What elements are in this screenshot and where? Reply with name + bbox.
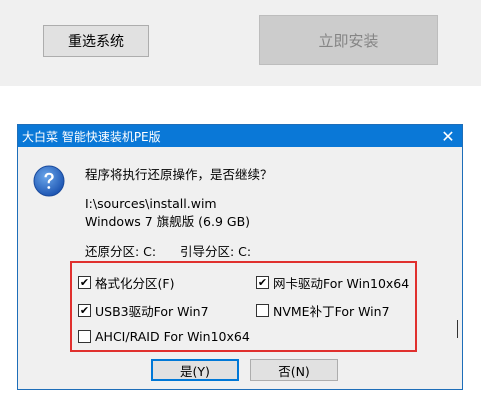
option-label: 网卡驱动For Win10x64 xyxy=(273,276,410,291)
option-ahci-raid[interactable]: AHCI/RAID For Win10x64 xyxy=(78,329,250,344)
option-label: NVME补丁For Win7 xyxy=(273,304,390,319)
no-button[interactable]: 否(N) xyxy=(250,359,338,381)
checkbox[interactable]: ✔ xyxy=(78,304,91,317)
option-label: AHCI/RAID For Win10x64 xyxy=(95,329,250,344)
option-usb3-driver[interactable]: ✔ USB3驱动For Win7 xyxy=(78,301,209,320)
yes-button[interactable]: 是(Y) xyxy=(151,359,239,381)
question-icon xyxy=(33,165,65,197)
option-label: 格式化分区(F) xyxy=(95,276,175,291)
dialog-titlebar: 大白菜 智能快速装机PE版 ✕ xyxy=(18,125,462,147)
installer-panel: 重选系统 立即安装 xyxy=(0,0,481,86)
dialog-title: 大白菜 智能快速装机PE版 xyxy=(22,129,161,144)
option-nic-driver[interactable]: ✔ 网卡驱动For Win10x64 xyxy=(256,273,409,292)
checkbox[interactable]: ✔ xyxy=(78,276,91,289)
text-cursor xyxy=(457,320,459,338)
option-nvme-patch[interactable]: NVME补丁For Win7 xyxy=(256,301,390,320)
reselect-system-button[interactable]: 重选系统 xyxy=(43,25,149,57)
option-format-partition[interactable]: ✔ 格式化分区(F) xyxy=(78,273,174,292)
options-group: ✔ 格式化分区(F) ✔ 网卡驱动For Win10x64 ✔ USB3驱动Fo… xyxy=(70,261,417,352)
boot-partition: 引导分区: C: xyxy=(180,244,252,259)
os-info: Windows 7 旗舰版 (6.9 GB) xyxy=(85,214,251,229)
install-now-button[interactable]: 立即安装 xyxy=(259,15,438,65)
checkbox[interactable] xyxy=(78,330,91,343)
checkbox[interactable] xyxy=(256,304,269,317)
confirm-message: 程序将执行还原操作，是否继续？ xyxy=(85,167,273,182)
close-icon[interactable]: ✕ xyxy=(434,125,462,147)
confirm-dialog: 大白菜 智能快速装机PE版 ✕ 程序将执行还原操作，是否继续？ I:\sourc… xyxy=(17,124,463,390)
restore-partition: 还原分区: C: xyxy=(85,244,157,259)
option-label: USB3驱动For Win7 xyxy=(95,304,209,319)
checkbox[interactable]: ✔ xyxy=(256,276,269,289)
image-path: I:\sources\install.wim xyxy=(85,196,217,211)
